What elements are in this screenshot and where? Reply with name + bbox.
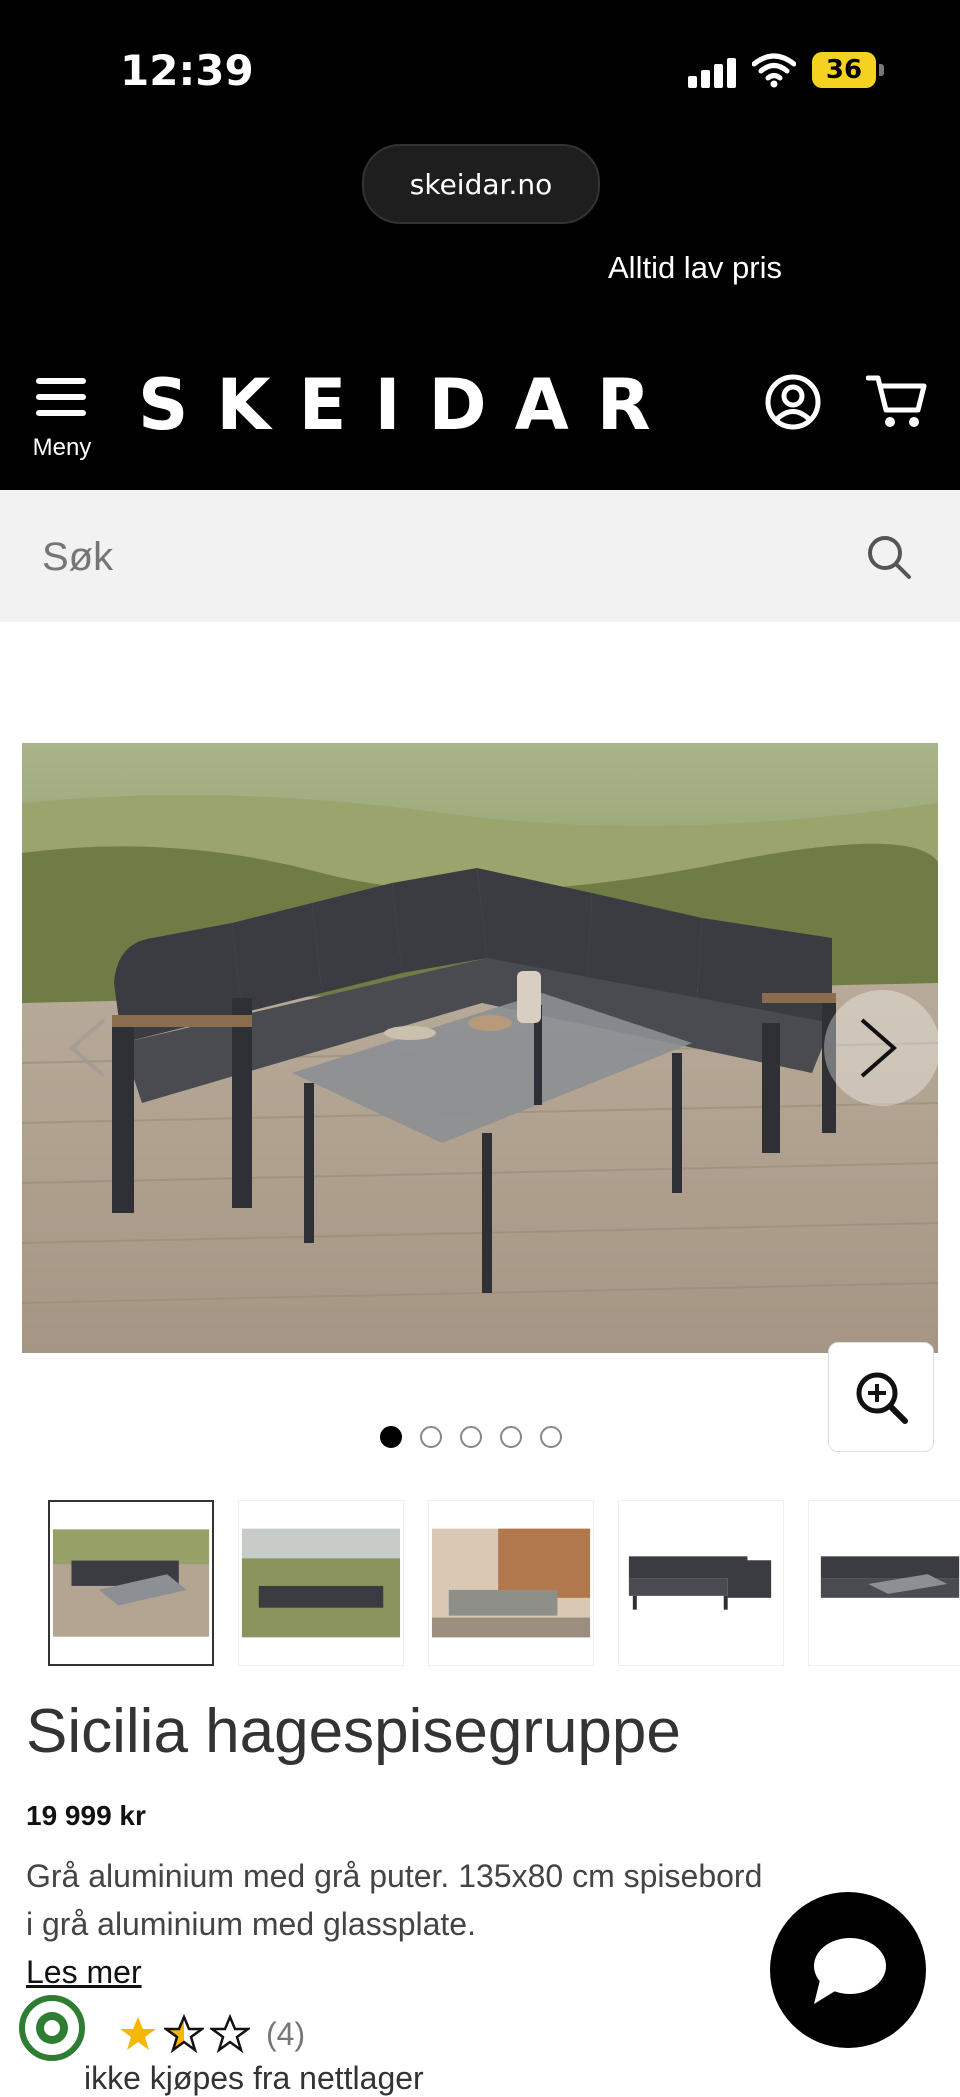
battery-icon: 36: [812, 52, 884, 88]
recycle-icon: [19, 1995, 85, 2061]
eco-badge[interactable]: [18, 1994, 86, 2062]
star-full-icon: [120, 2017, 156, 2050]
product-price: 19 999 kr: [26, 1800, 146, 1831]
star-half-icon: [164, 2014, 204, 2054]
zoom-button[interactable]: [828, 1342, 934, 1452]
thumbnail[interactable]: [428, 1500, 594, 1666]
read-more-link[interactable]: Les mer: [26, 1954, 142, 1991]
signal-icon: [688, 56, 736, 88]
cart-icon[interactable]: [866, 372, 928, 430]
star-empty-icon: [210, 2014, 250, 2054]
thumbnail[interactable]: [238, 1500, 404, 1666]
gallery-dot[interactable]: [380, 1426, 402, 1448]
chat-button[interactable]: [770, 1892, 926, 2048]
gallery-dot[interactable]: [540, 1426, 562, 1448]
chevron-right-icon[interactable]: [822, 988, 938, 1108]
gallery-dot[interactable]: [500, 1426, 522, 1448]
menu-button[interactable]: Meny: [30, 372, 94, 468]
url-bar[interactable]: skeidar.no: [362, 144, 600, 224]
chat-icon: [814, 1938, 886, 2004]
zoom-in-icon: [856, 1372, 908, 1424]
gallery-dot[interactable]: [420, 1426, 442, 1448]
rating[interactable]: (4): [118, 2010, 305, 2058]
wifi-icon: [752, 53, 796, 88]
menu-label: Meny: [32, 434, 92, 461]
thumbnail[interactable]: [808, 1500, 960, 1666]
gallery-dot[interactable]: [460, 1426, 482, 1448]
tagline: Alltid lav pris: [608, 250, 782, 285]
search-bar: [0, 490, 960, 622]
logo[interactable]: SKEIDAR: [138, 364, 679, 446]
thumbnail[interactable]: [48, 1500, 214, 1666]
gallery-dots: [380, 1426, 562, 1452]
thumbnail[interactable]: [618, 1500, 784, 1666]
stock-note: ikke kjøpes fra nettlager: [84, 2060, 424, 2096]
chevron-left-icon[interactable]: [52, 988, 132, 1108]
thumbnail-strip: [48, 1500, 960, 1666]
account-icon[interactable]: [765, 374, 821, 430]
status-time: 12:39: [120, 46, 254, 95]
search-input[interactable]: [40, 520, 804, 594]
search-icon[interactable]: [866, 534, 912, 580]
dark-header: 12:39 36 skeidar.no Alltid lav pris Meny…: [0, 0, 960, 490]
rating-count: (4): [266, 2015, 306, 2052]
product-image[interactable]: [22, 743, 938, 1353]
product-title: Sicilia hagespisegruppe: [26, 1697, 681, 1766]
